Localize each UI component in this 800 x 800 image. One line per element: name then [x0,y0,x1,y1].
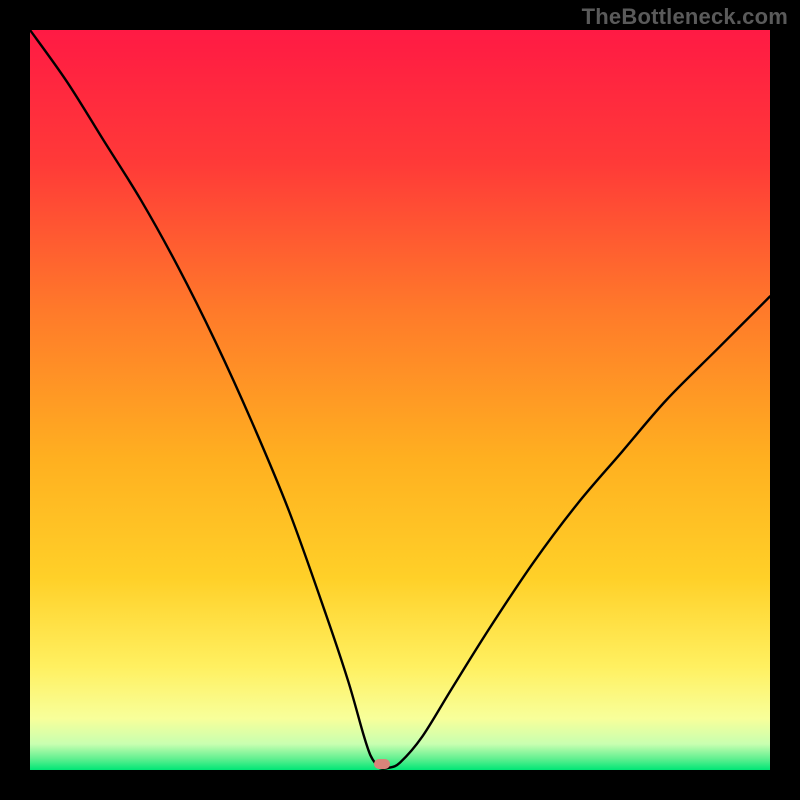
plot-svg [30,30,770,770]
gradient-background [30,30,770,770]
watermark-label: TheBottleneck.com [582,4,788,30]
chart-frame: TheBottleneck.com [0,0,800,800]
optimum-marker [374,759,390,769]
plot-area [30,30,770,770]
